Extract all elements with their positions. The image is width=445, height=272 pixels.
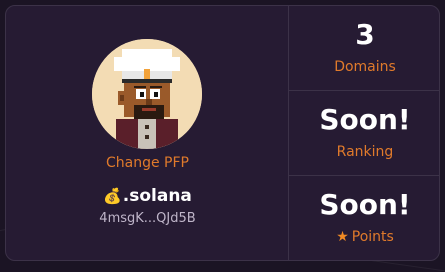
stat-domains-value: 3 [355, 18, 375, 51]
stat-points-label-row: ★ Points [289, 229, 439, 245]
stat-ranking-value: Soon! [319, 103, 411, 136]
profile-card: Change PFP 💰.solana 4msgK...QJd5B 3 Doma… [5, 5, 440, 261]
star-icon: ★ [336, 229, 349, 245]
domain-name: 💰.solana [6, 186, 289, 206]
stat-points-value: Soon! [319, 188, 411, 221]
stat-ranking-label: Ranking [336, 144, 394, 160]
domain-name-text: .solana [122, 186, 192, 206]
money-bag-icon: 💰 [103, 187, 122, 205]
pixel-chef-avatar-icon [92, 39, 202, 149]
stat-domains: 3 Domains [289, 6, 439, 91]
change-pfp-button[interactable]: Change PFP [6, 155, 289, 171]
avatar[interactable] [92, 39, 202, 149]
stats-panel: 3 Domains Soon! Ranking Soon! ★ Points [289, 6, 439, 260]
stat-points-label: Points [351, 229, 394, 245]
profile-panel: Change PFP 💰.solana 4msgK...QJd5B [6, 6, 289, 260]
wallet-address: 4msgK...QJd5B [99, 211, 196, 226]
stat-ranking: Soon! Ranking [289, 91, 439, 176]
stat-domains-label: Domains [334, 59, 396, 75]
stat-points: Soon! ★ Points [289, 176, 439, 260]
